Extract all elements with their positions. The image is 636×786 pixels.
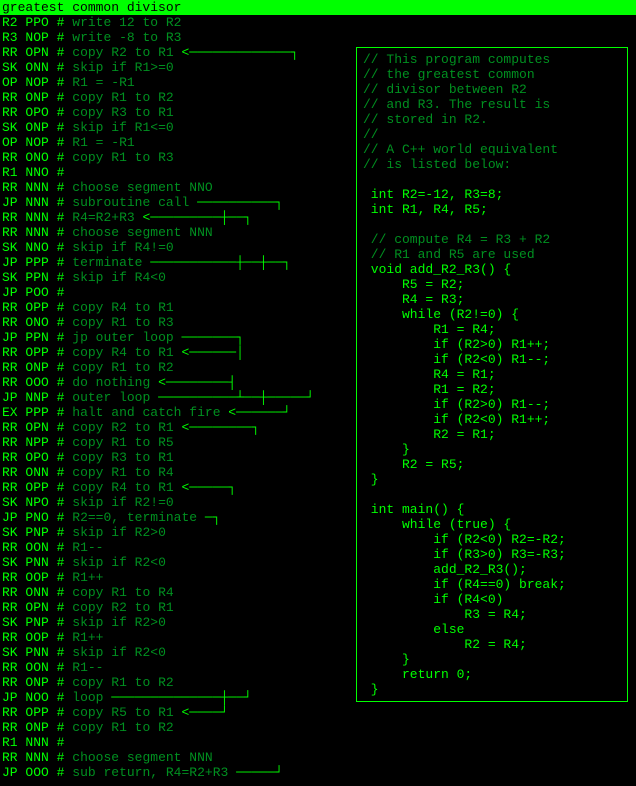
cpp-line: if (R2<0) R1++; (363, 412, 621, 427)
cpp-line: if (R3>0) R3=-R3; (363, 547, 621, 562)
cpp-line: int main() { (363, 502, 621, 517)
code-line: RR OPP # copy R5 to R1 <────┘ (2, 705, 634, 720)
cpp-line (363, 487, 621, 502)
flow-arrow: <────────┤ (150, 375, 236, 390)
cpp-line: int R1, R4, R5; (363, 202, 621, 217)
cpp-line: else (363, 622, 621, 637)
code-line: R1 NNN # (2, 735, 634, 750)
flow-arrow: <──────┘ (221, 405, 291, 420)
cpp-line: return 0; (363, 667, 621, 682)
flow-arrow: ──────────┴──┼─────┘ (150, 390, 314, 405)
flow-arrow: ─────┘ (228, 765, 283, 780)
code-line: RR NNN # choose segment NNN (2, 750, 634, 765)
flow-arrow: ──────────┐ (189, 195, 283, 210)
flow-arrow: <─────┐ (174, 480, 236, 495)
cpp-line: // the greatest common (363, 67, 621, 82)
cpp-line: if (R2>0) R1--; (363, 397, 621, 412)
cpp-line: while (R2!=0) { (363, 307, 621, 322)
flow-arrow: <──────│ (174, 345, 244, 360)
cpp-line: R5 = R2; (363, 277, 621, 292)
flow-arrow: ───────────┼──┼──┐ (142, 255, 290, 270)
flow-arrow: <────────┐ (174, 420, 260, 435)
cpp-line: } (363, 652, 621, 667)
cpp-line: // This program computes (363, 52, 621, 67)
cpp-line: // (363, 127, 621, 142)
cpp-line: if (R2<0) R1--; (363, 352, 621, 367)
cpp-line: int R2=-12, R3=8; (363, 187, 621, 202)
cpp-line: } (363, 682, 621, 697)
title-text: greatest common divisor (2, 0, 181, 15)
cpp-line: R2 = R5; (363, 457, 621, 472)
code-line: RR ONP # copy R1 to R2 (2, 720, 634, 735)
flow-arrow: <─────────────┐ (174, 45, 299, 60)
cpp-line (363, 172, 621, 187)
cpp-panel: // This program computes// the greatest … (356, 47, 628, 702)
cpp-line: } (363, 442, 621, 457)
cpp-line: // is listed below: (363, 157, 621, 172)
cpp-line: // compute R4 = R3 + R2 (363, 232, 621, 247)
title-bar: greatest common divisor (0, 0, 636, 15)
cpp-line: // and R3. The result is (363, 97, 621, 112)
cpp-line: // stored in R2. (363, 112, 621, 127)
cpp-line: if (R2>0) R1++; (363, 337, 621, 352)
cpp-line: if (R4==0) break; (363, 577, 621, 592)
cpp-line: R2 = R1; (363, 427, 621, 442)
cpp-line: R1 = R2; (363, 382, 621, 397)
cpp-line: while (true) { (363, 517, 621, 532)
flow-arrow: ───────┐ (174, 330, 244, 345)
cpp-line: // divisor between R2 (363, 82, 621, 97)
cpp-line: add_R2_R3(); (363, 562, 621, 577)
cpp-line: R1 = R4; (363, 322, 621, 337)
cpp-line (363, 217, 621, 232)
flow-arrow: ──────────────┼──┘ (103, 690, 251, 705)
cpp-line: if (R4<0) (363, 592, 621, 607)
cpp-line: R2 = R4; (363, 637, 621, 652)
cpp-line: R4 = R1; (363, 367, 621, 382)
cpp-line: if (R2<0) R2=-R2; (363, 532, 621, 547)
cpp-line: // A C++ world equivalent (363, 142, 621, 157)
cpp-line: } (363, 472, 621, 487)
flow-arrow: <─────────┼──┐ (135, 210, 252, 225)
cpp-line: R4 = R3; (363, 292, 621, 307)
cpp-line: R3 = R4; (363, 607, 621, 622)
cpp-line: // R1 and R5 are used (363, 247, 621, 262)
code-line: R2 PPO # write 12 to R2 (2, 15, 634, 30)
code-line: R3 NOP # write -8 to R3 (2, 30, 634, 45)
code-line: JP OOO # sub return, R4=R2+R3 ─────┘ (2, 765, 634, 780)
flow-arrow: <────┘ (174, 705, 229, 720)
cpp-line: void add_R2_R3() { (363, 262, 621, 277)
flow-arrow: ─┐ (197, 510, 220, 525)
